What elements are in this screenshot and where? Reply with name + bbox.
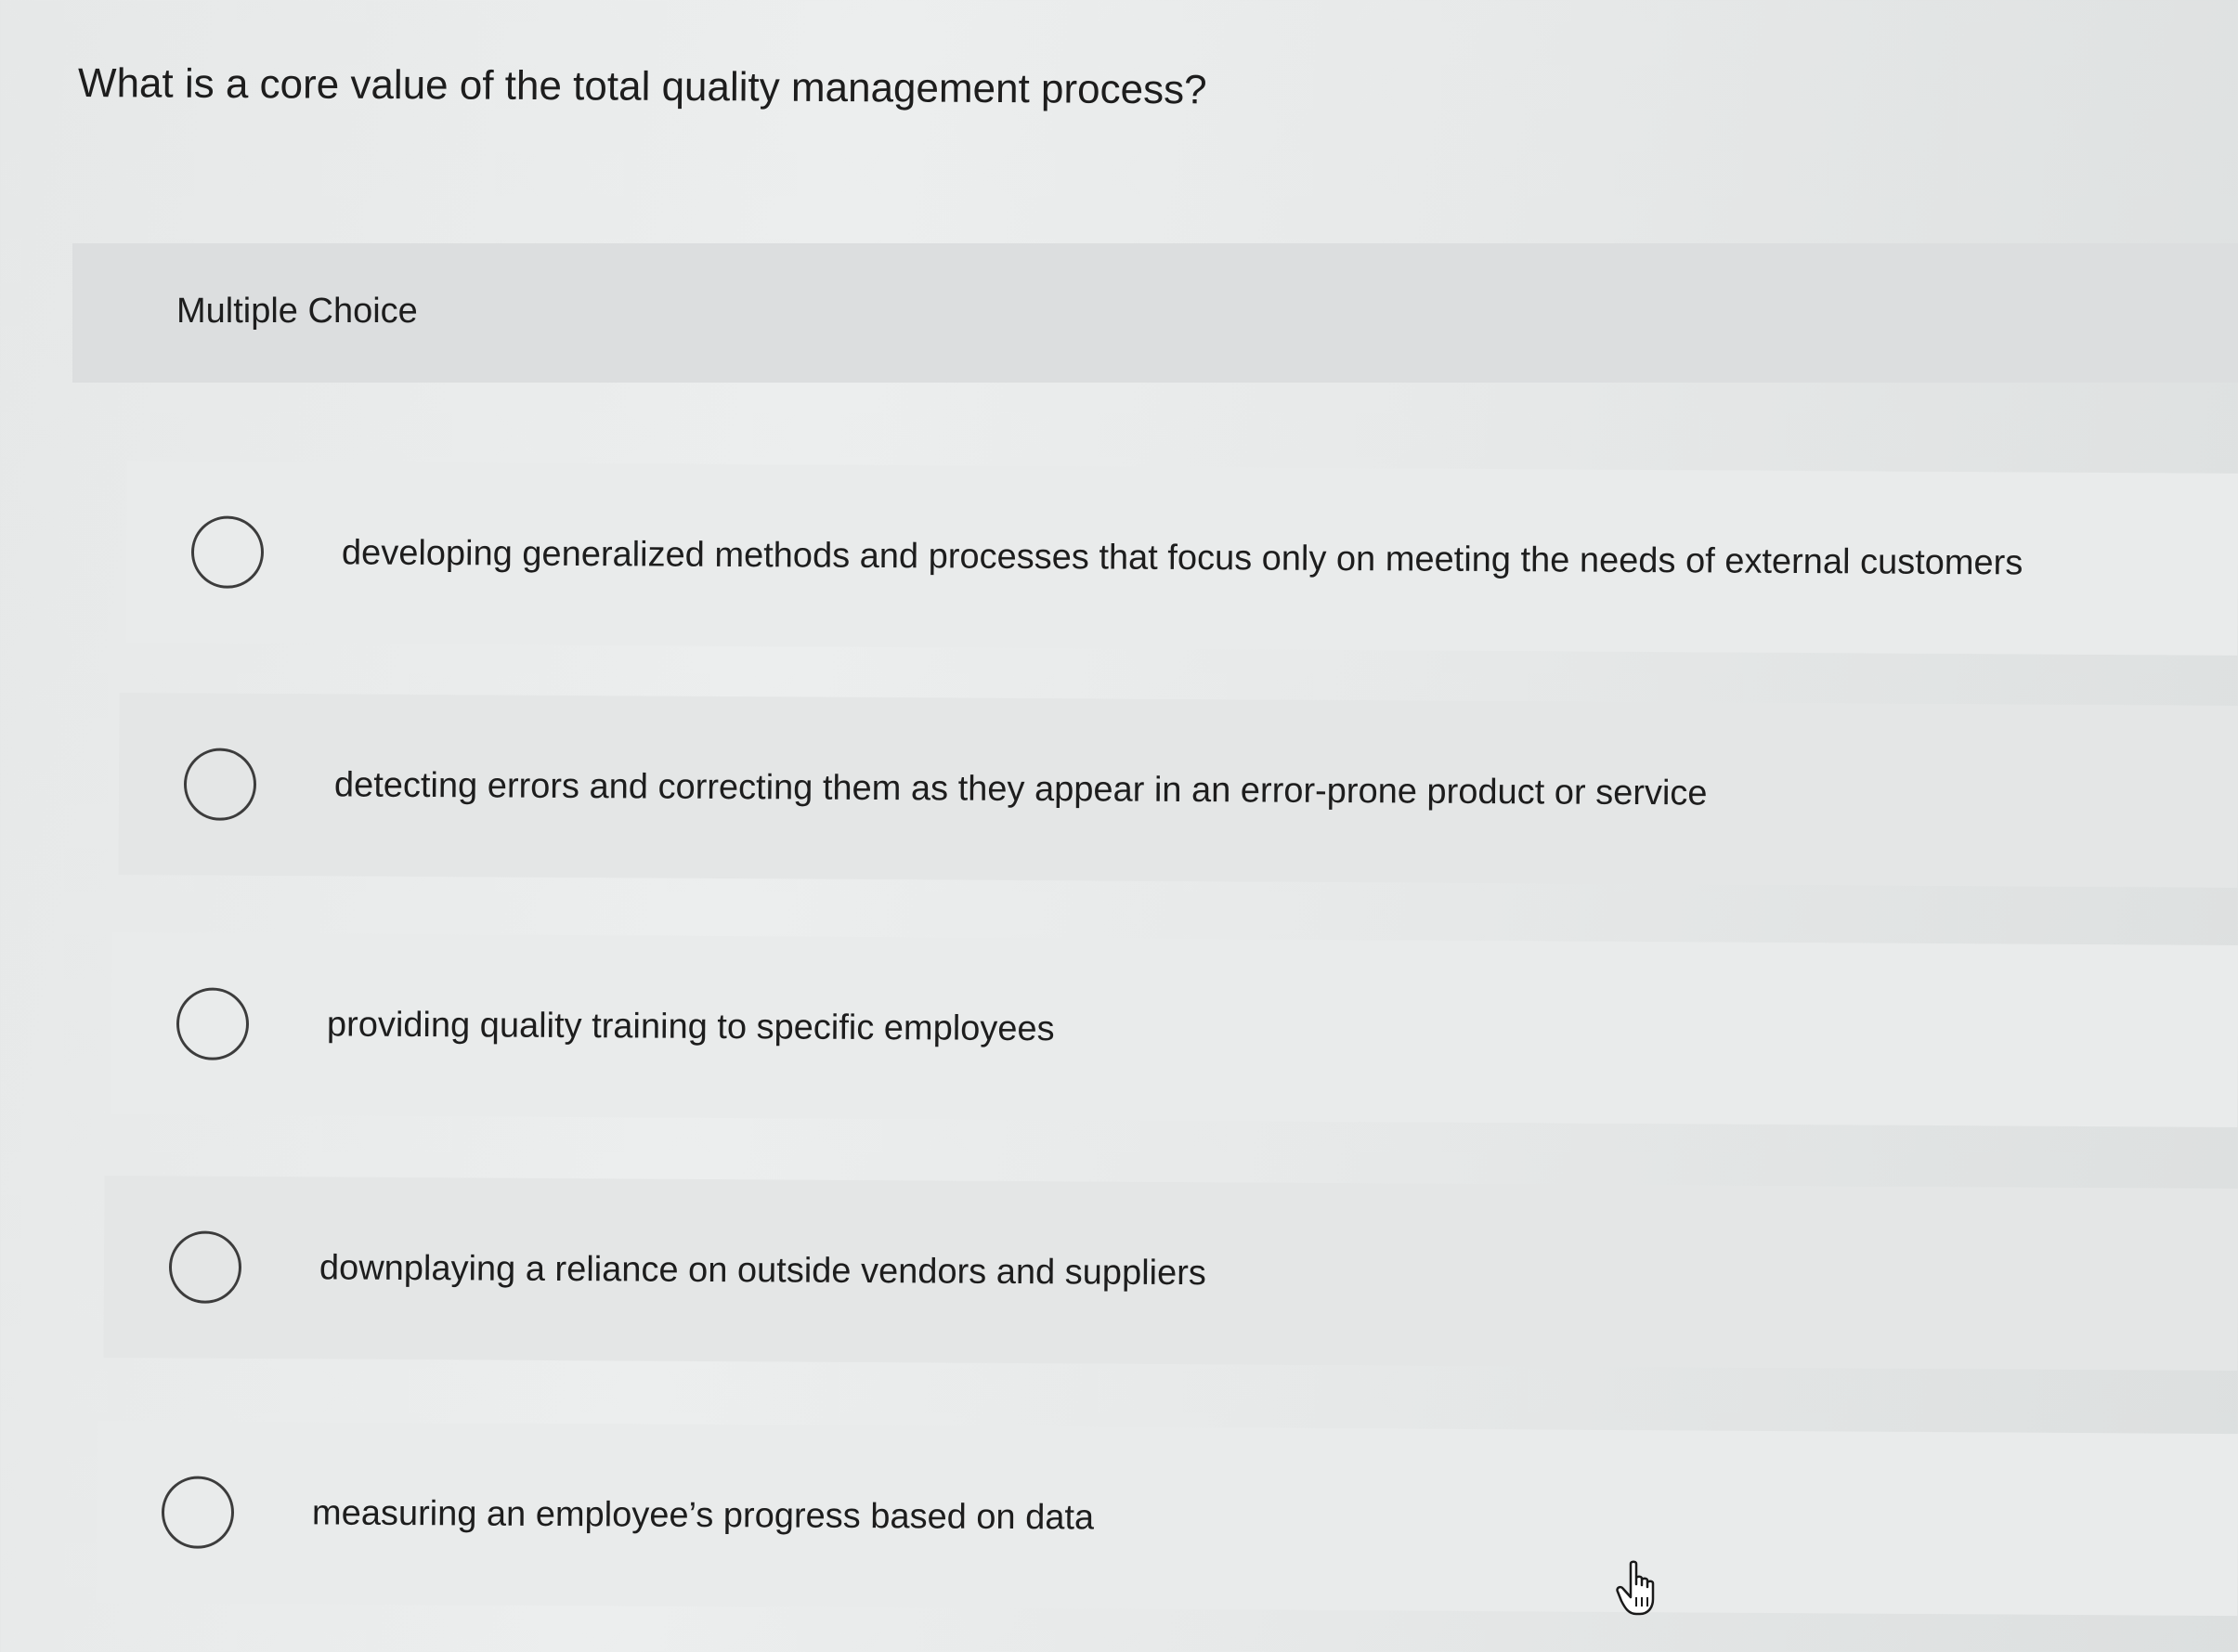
answer-option-label: developing generalized methods and proce… [341, 533, 2023, 583]
radio-unselected-icon[interactable] [176, 987, 250, 1060]
answer-option-3[interactable]: providing quality training to specific e… [111, 932, 2238, 1127]
answer-option-5[interactable]: measuring an employee’s progress based o… [96, 1421, 2238, 1617]
hand-pointer-icon [1616, 1560, 1655, 1616]
radio-unselected-icon[interactable] [168, 1230, 242, 1304]
answer-option-label: downplaying a reliance on outside vendor… [319, 1248, 1206, 1294]
radio-unselected-icon[interactable] [161, 1476, 235, 1549]
answer-option-label: detecting errors and correcting them as … [333, 765, 1708, 813]
answer-option-2[interactable]: detecting errors and correcting them as … [118, 693, 2238, 888]
radio-unselected-icon[interactable] [183, 748, 257, 821]
answer-option-label: providing quality training to specific e… [326, 1005, 1055, 1049]
answer-option-label: measuring an employee’s progress based o… [311, 1493, 1095, 1538]
answer-option-4[interactable]: downplaying a reliance on outside vendor… [103, 1176, 2238, 1372]
answer-options: developing generalized methods and proce… [0, 0, 2238, 1652]
answer-option-1[interactable]: developing generalized methods and proce… [125, 461, 2238, 656]
radio-unselected-icon[interactable] [190, 515, 265, 589]
